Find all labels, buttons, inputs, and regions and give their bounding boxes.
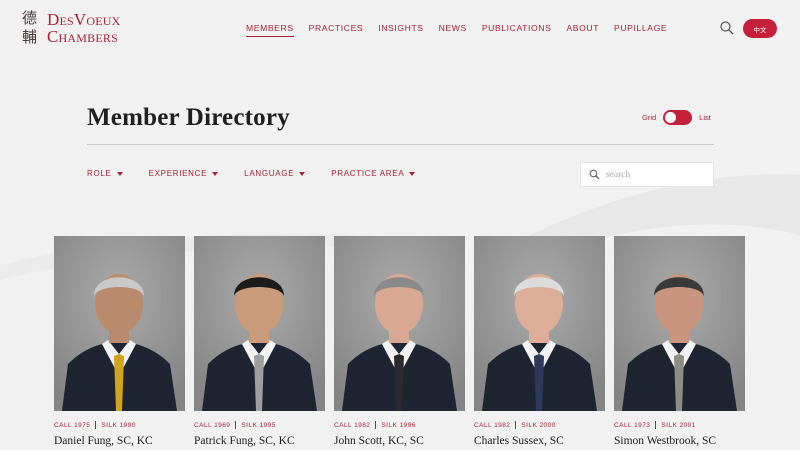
filter-role[interactable]: ROLE [87, 169, 123, 178]
view-toggle-switch[interactable] [663, 110, 693, 125]
member-photo [54, 236, 185, 411]
logo-line-1: DesVoeux [47, 10, 121, 29]
member-silk-year: SILK 1995 [241, 421, 276, 429]
member-silk-year: SILK 1996 [381, 421, 416, 429]
language-button[interactable]: 中文 [743, 19, 777, 38]
member-name[interactable]: John Scott, KC, SC [334, 435, 465, 447]
header-search-button[interactable] [719, 20, 735, 36]
caret-down-icon [212, 171, 219, 176]
member-call-year: CALL 1975 [54, 421, 91, 429]
portrait-image [194, 236, 325, 411]
view-toggle-list-label[interactable]: List [699, 113, 711, 122]
member-call-year: CALL 1969 [194, 421, 231, 429]
view-toggle: Grid List [642, 110, 711, 125]
nav-item-news[interactable]: NEWS [439, 23, 467, 37]
member-grid: CALL 1975 SILK 1990 Daniel Fung, SC, KC [54, 236, 754, 447]
filter-language-label: LANGUAGE [244, 169, 295, 178]
main-nav: MEMBERS PRACTICES INSIGHTS NEWS PUBLICAT… [246, 23, 682, 37]
logo-wordmark: DesVoeux Chambers [47, 11, 121, 45]
filter-experience[interactable]: EXPERIENCE [149, 169, 219, 178]
meta-separator [235, 421, 237, 429]
filter-experience-label: EXPERIENCE [148, 169, 208, 178]
caret-down-icon [299, 171, 306, 176]
logo-mark: 德 輔 [22, 10, 42, 46]
member-call-silk: CALL 1969 SILK 1995 [194, 421, 325, 429]
filter-practice-area[interactable]: PRACTICE AREA [331, 169, 416, 178]
filter-bar: ROLE EXPERIENCE LANGUAGE PRACTICE AREA [87, 169, 441, 178]
logo-line-2: Chambers [47, 27, 118, 46]
member-card[interactable]: CALL 1969 SILK 1995 Patrick Fung, SC, KC [194, 236, 325, 447]
toggle-knob [665, 112, 677, 123]
portrait-image [614, 236, 745, 411]
page-title: Member Directory [87, 104, 290, 131]
member-name[interactable]: Charles Sussex, SC [474, 435, 605, 447]
member-photo [334, 236, 465, 411]
nav-item-practices[interactable]: PRACTICES [309, 23, 364, 37]
view-toggle-grid-label[interactable]: Grid [642, 113, 656, 122]
nav-item-insights[interactable]: INSIGHTS [378, 23, 423, 37]
caret-down-icon [116, 171, 123, 176]
member-name[interactable]: Patrick Fung, SC, KC [194, 435, 325, 447]
member-call-silk: CALL 1982 SILK 1996 [334, 421, 465, 429]
logo-char-1: 德 [22, 9, 38, 27]
nav-item-members[interactable]: MEMBERS [246, 23, 294, 37]
nav-item-publications[interactable]: PUBLICATIONS [482, 23, 552, 37]
nav-item-about[interactable]: ABOUT [566, 23, 599, 37]
member-silk-year: SILK 2001 [661, 421, 696, 429]
portrait-image [54, 236, 185, 411]
filter-role-label: ROLE [87, 169, 112, 178]
member-card[interactable]: CALL 1982 SILK 1996 John Scott, KC, SC [334, 236, 465, 447]
filter-practice-area-label: PRACTICE AREA [331, 169, 405, 178]
portrait-image [334, 236, 465, 411]
search-icon [720, 21, 734, 35]
logo[interactable]: 德 輔 DesVoeux Chambers [22, 10, 121, 46]
meta-separator [515, 421, 517, 429]
member-call-silk: CALL 1982 SILK 2000 [474, 421, 605, 429]
filter-language[interactable]: LANGUAGE [244, 169, 306, 178]
member-search [580, 162, 714, 187]
member-silk-year: SILK 1990 [101, 421, 136, 429]
nav-item-pupillage[interactable]: PUPILLAGE [614, 23, 667, 37]
caret-down-icon [409, 171, 416, 176]
member-photo [614, 236, 745, 411]
member-card[interactable]: CALL 1973 SILK 2001 Simon Westbrook, SC [614, 236, 745, 447]
member-call-year: CALL 1982 [474, 421, 511, 429]
meta-separator [95, 421, 97, 429]
site-header: 德 輔 DesVoeux Chambers MEMBERS PRACTICES … [0, 0, 800, 58]
meta-separator [375, 421, 377, 429]
member-call-silk: CALL 1973 SILK 2001 [614, 421, 745, 429]
member-call-silk: CALL 1975 SILK 1990 [54, 421, 185, 429]
member-silk-year: SILK 2000 [521, 421, 556, 429]
member-name[interactable]: Simon Westbrook, SC [614, 435, 745, 447]
meta-separator [655, 421, 657, 429]
member-photo [194, 236, 325, 411]
member-call-year: CALL 1973 [614, 421, 651, 429]
member-photo [474, 236, 605, 411]
member-search-input[interactable] [606, 169, 706, 180]
member-card[interactable]: CALL 1982 SILK 2000 Charles Sussex, SC [474, 236, 605, 447]
member-card[interactable]: CALL 1975 SILK 1990 Daniel Fung, SC, KC [54, 236, 185, 447]
portrait-image [474, 236, 605, 411]
logo-char-2: 輔 [22, 28, 38, 46]
search-icon [589, 169, 600, 180]
member-name[interactable]: Daniel Fung, SC, KC [54, 435, 185, 447]
title-divider [87, 144, 714, 145]
member-call-year: CALL 1982 [334, 421, 371, 429]
